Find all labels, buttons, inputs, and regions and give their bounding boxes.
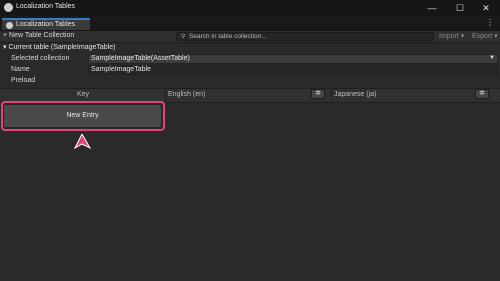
search-placeholder: Search in table collection... [189, 33, 267, 40]
name-value: SampleImageTable [91, 66, 151, 73]
search-input[interactable]: ⚲ Search in table collection... [176, 32, 434, 41]
english-settings-icon[interactable]: ✲ [311, 89, 325, 99]
new-entry-button[interactable]: New Entry [3, 104, 162, 128]
column-divider[interactable] [331, 88, 332, 101]
window-title: Localization Tables [16, 3, 76, 10]
toolbar: + New Table Collection ⚲ Search in table… [0, 31, 500, 43]
selected-collection-label: Selected collection [11, 55, 70, 62]
tab-label: Localization Tables [16, 21, 76, 28]
window-titlebar: Localization Tables — ☐ ✕ [0, 0, 500, 16]
more-options-icon[interactable]: ⋮ [486, 18, 494, 27]
app-icon [4, 3, 13, 12]
column-header-japanese[interactable]: Japanese (ja) [334, 91, 376, 98]
pointer-arrow-icon [74, 134, 92, 150]
import-button[interactable]: Import ▾ [439, 32, 464, 40]
name-label: Name [11, 66, 30, 73]
minimize-button[interactable]: — [418, 0, 446, 16]
name-field[interactable]: SampleImageTable [88, 65, 498, 75]
column-header-english[interactable]: English (en) [168, 91, 205, 98]
japanese-settings-icon[interactable]: ✲ [475, 89, 489, 99]
maximize-button[interactable]: ☐ [446, 0, 474, 16]
export-button[interactable]: Export ▾ [472, 32, 498, 40]
selected-collection-value: SampleImageTable(AssetTable) [91, 55, 190, 62]
tab-localization-tables[interactable]: Localization Tables [2, 18, 90, 30]
preload-label: Preload [11, 77, 36, 84]
chevron-down-icon: ▼ [489, 55, 495, 61]
globe-icon [6, 22, 13, 29]
column-header-key[interactable]: Key [77, 91, 89, 98]
search-icon: ⚲ [181, 34, 186, 40]
selected-collection-dropdown[interactable]: SampleImageTable(AssetTable) ▼ [88, 54, 498, 64]
close-button[interactable]: ✕ [472, 0, 500, 16]
current-table-foldout[interactable]: ▾ Current table (SampleImageTable) [3, 43, 115, 51]
tab-bar: Localization Tables ⋮ [0, 16, 500, 31]
column-divider[interactable] [165, 88, 166, 101]
new-table-collection-button[interactable]: + New Table Collection [3, 32, 74, 39]
